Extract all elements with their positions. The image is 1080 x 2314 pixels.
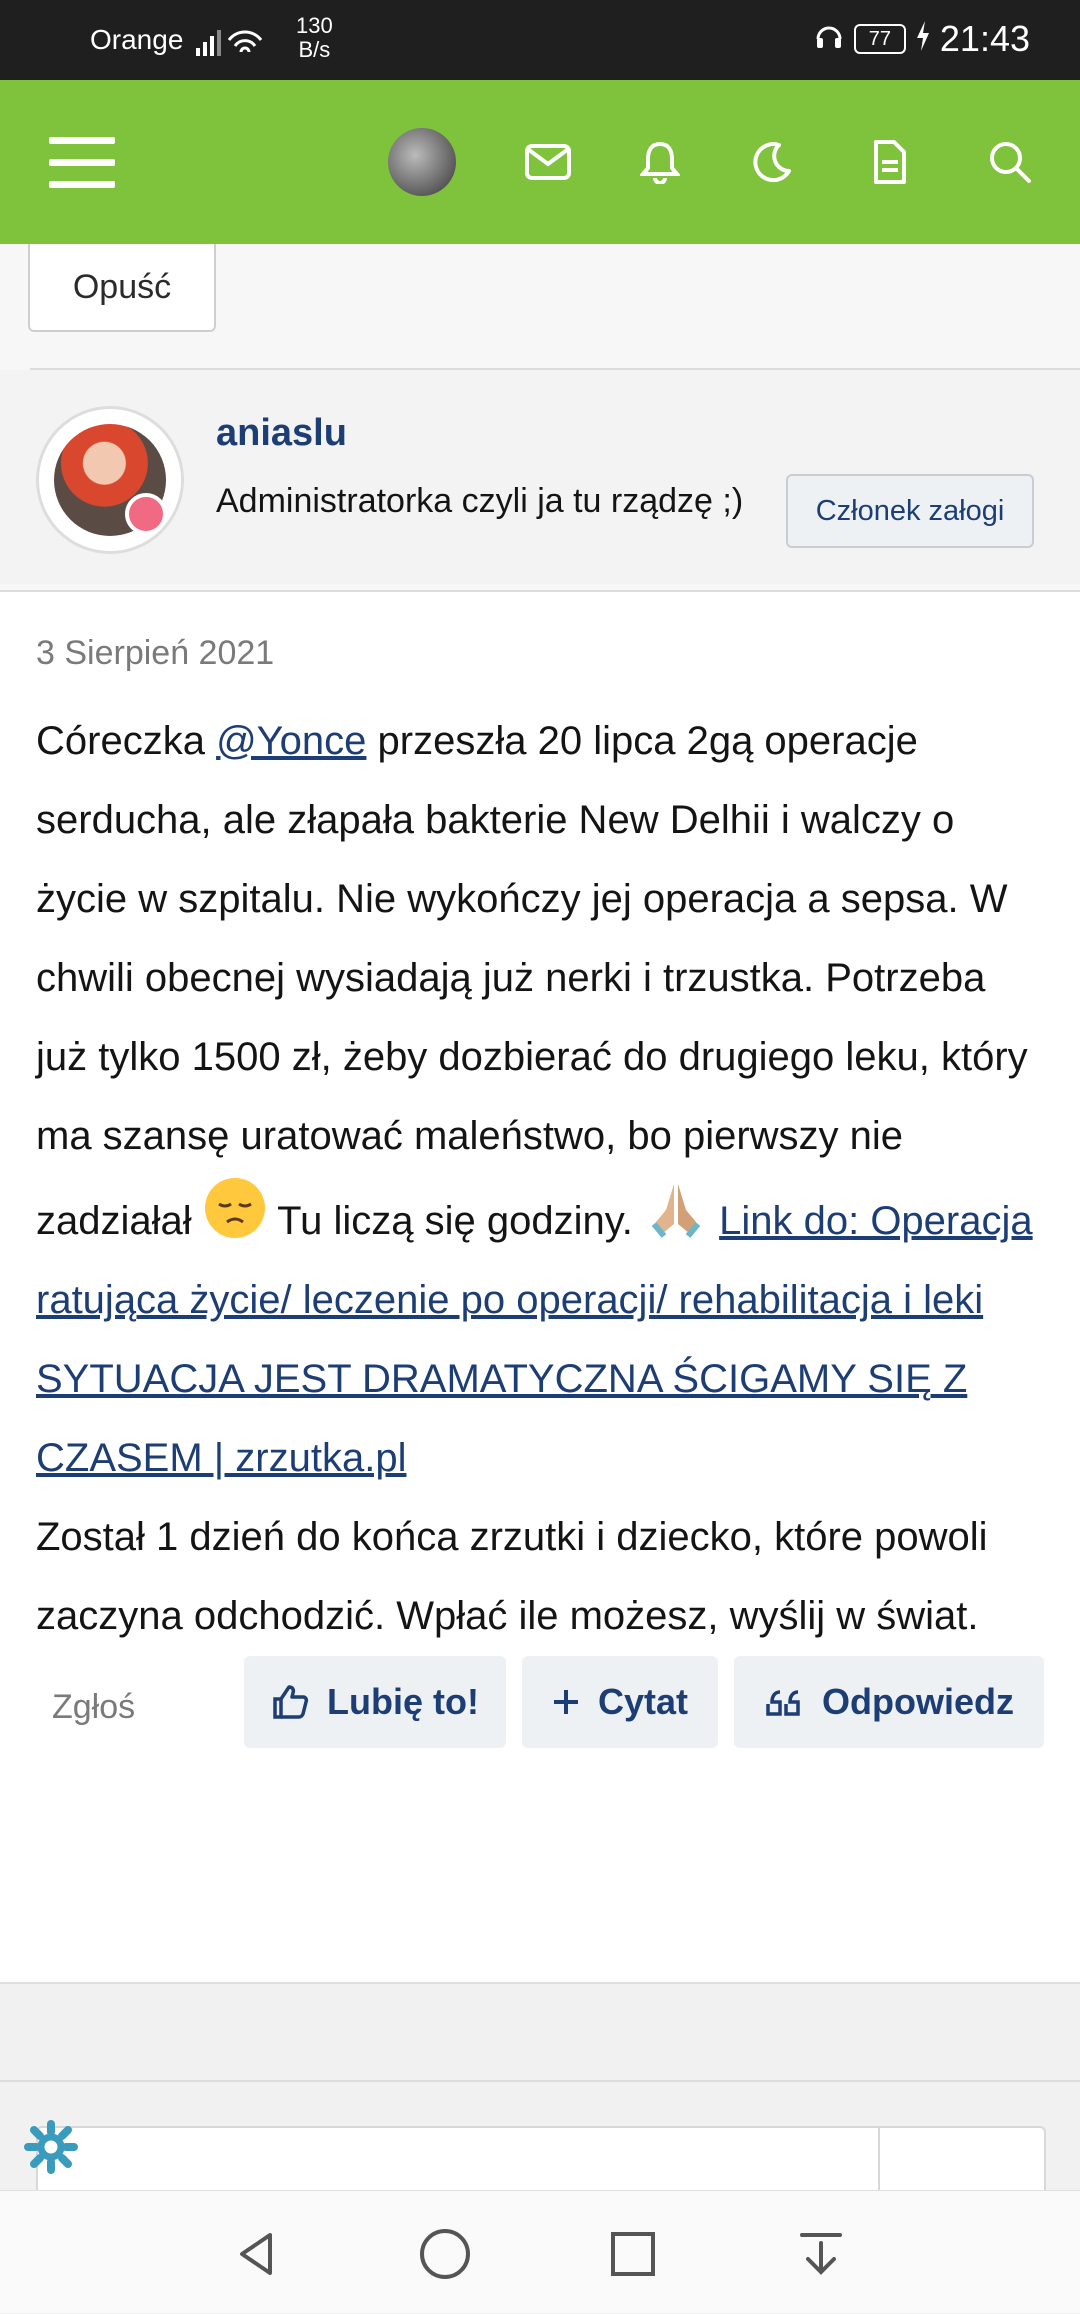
post-author-block: aniaslu Administratorka czyli ja tu rząd… [0,370,1080,584]
notification-pull-icon[interactable] [786,2219,856,2289]
report-link[interactable]: Zgłoś [52,1688,135,1727]
post: 3 Sierpień 2021 Córeczka @Yonce przeszła… [0,590,1080,1984]
menu-icon[interactable] [44,124,120,200]
clock: 21:43 [939,18,1030,59]
divider [0,2080,1080,2082]
reply-button[interactable]: Odpowiedz [734,1656,1044,1748]
headphones-icon [814,18,844,60]
post-body: Córeczka @Yonce przeszła 20 lipca 2gą op… [36,702,1046,1656]
divider [0,590,1080,592]
carrier-label: Orange [90,24,184,55]
plus-icon [553,1690,578,1714]
mail-icon[interactable] [510,124,586,200]
user-avatar-button[interactable] [384,124,460,200]
avatar [388,128,456,196]
net-speed-value: 130 [296,13,333,38]
post-date[interactable]: 3 Sierpień 2021 [36,634,274,673]
battery-icon: 77 [853,24,906,54]
recents-icon[interactable] [598,2219,668,2289]
quote-button[interactable]: Cytat [522,1656,718,1748]
author-title: Administratorka czyli ja tu rządzę ;) [216,482,744,520]
user-mention-link[interactable]: @Yonce [216,719,366,763]
bell-icon[interactable] [622,124,698,200]
like-button[interactable]: Lubię to! [244,1656,506,1748]
quote-label: Cytat [597,1681,689,1722]
net-speed: 130 B/s [296,14,333,62]
post-text: Córeczka [36,719,217,763]
gear-icon[interactable] [24,2120,78,2179]
net-speed-unit: B/s [298,37,331,62]
online-status-dot [125,493,167,535]
post-text: Został 1 dzień do końca zrzutki i dzieck… [36,1515,988,1638]
staff-badge: Członek załogi [786,474,1034,548]
document-icon[interactable] [852,124,928,200]
post-text: przeszła 20 lipca 2gą operacje serducha,… [36,719,1028,1243]
search-icon[interactable] [972,124,1048,200]
charging-icon [916,18,930,60]
folded-hands-icon [651,1184,701,1238]
back-icon[interactable] [222,2219,292,2289]
android-nav-bar [0,2190,1080,2313]
signal-wifi-icons [196,22,286,67]
leave-button[interactable]: Opuść [28,244,216,332]
like-label: Lubię to! [327,1681,479,1722]
status-bar: Orange 130 B/s 77 21:43 [0,0,1080,80]
pensive-face-icon [204,1178,265,1238]
thumbs-up-icon [273,1685,309,1719]
quote-marks-icon [766,1690,800,1716]
app-header [0,80,1080,244]
reply-label: Odpowiedz [822,1681,1014,1722]
author-name[interactable]: aniaslu [216,412,347,455]
moon-icon[interactable] [734,124,810,200]
author-avatar[interactable] [36,406,184,554]
status-right: 77 21:43 [814,18,1030,60]
post-text: Tu liczą się godziny. [266,1199,644,1243]
home-icon[interactable] [410,2219,480,2289]
